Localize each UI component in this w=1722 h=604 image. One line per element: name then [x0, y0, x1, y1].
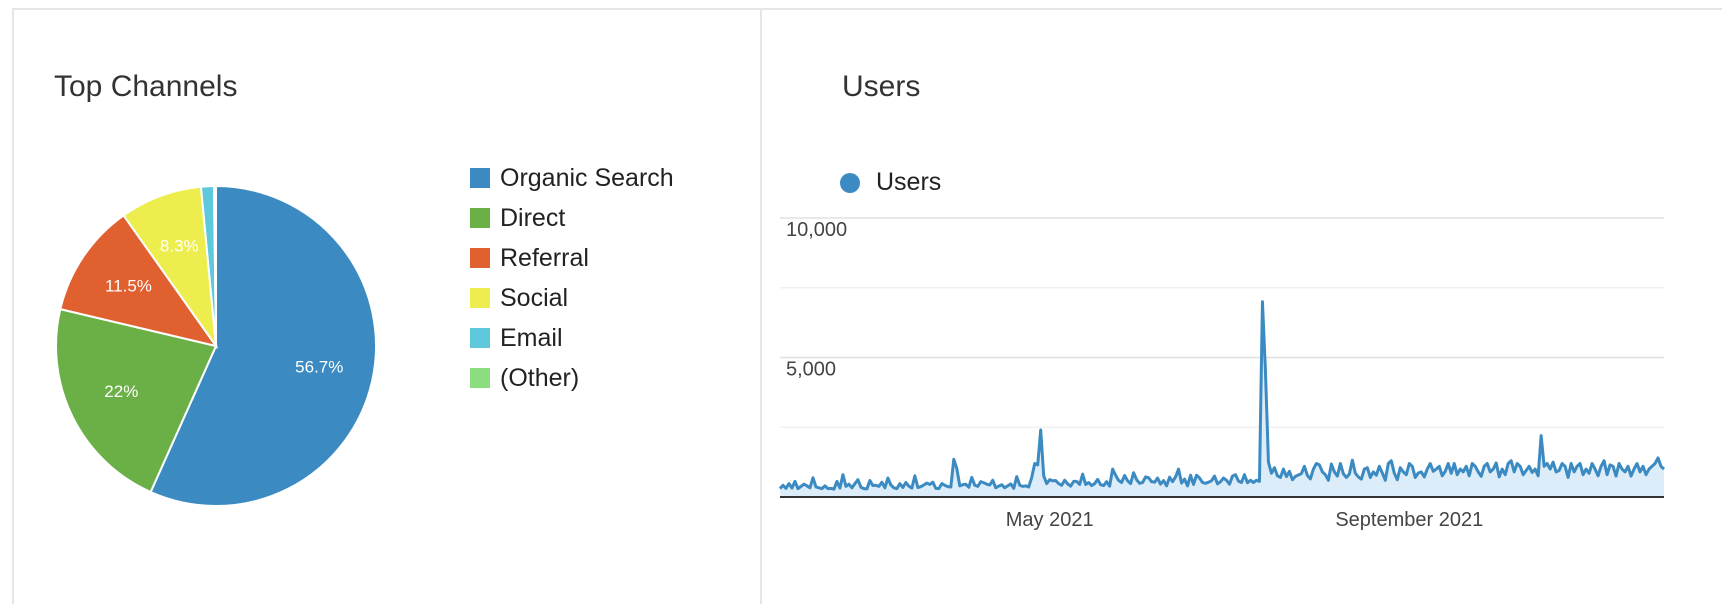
x-tick-label: May 2021 — [1006, 509, 1094, 531]
users-line-chart[interactable]: 10,0005,000May 2021September 2021Janua… — [0, 0, 1722, 604]
users-series-line[interactable] — [778, 300, 1666, 491]
x-tick-label: September 2021 — [1335, 509, 1483, 531]
y-tick-label: 10,000 — [786, 219, 847, 241]
y-tick-label: 5,000 — [786, 359, 836, 381]
